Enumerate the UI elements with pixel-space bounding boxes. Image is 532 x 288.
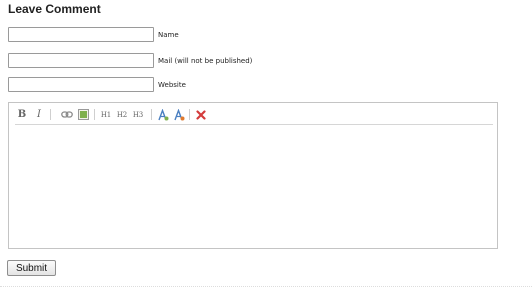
image-button[interactable] bbox=[77, 108, 89, 121]
italic-button[interactable]: I bbox=[34, 108, 44, 121]
font-color-icon bbox=[158, 108, 169, 120]
toolbar-divider bbox=[189, 109, 190, 120]
clear-format-icon bbox=[174, 108, 185, 120]
website-input[interactable] bbox=[8, 77, 154, 92]
comment-textarea[interactable] bbox=[10, 127, 496, 247]
mail-input[interactable] bbox=[8, 53, 154, 68]
h3-button[interactable]: H3 bbox=[131, 108, 145, 121]
h2-button[interactable]: H2 bbox=[115, 108, 129, 121]
mail-label: Mail (will not be published) bbox=[158, 56, 253, 65]
delete-button[interactable] bbox=[195, 108, 207, 121]
website-row: Website bbox=[8, 77, 186, 92]
link-icon bbox=[60, 111, 73, 118]
toolbar-divider bbox=[94, 109, 95, 120]
submit-button[interactable]: Submit bbox=[7, 260, 56, 276]
clear-format-button[interactable] bbox=[173, 108, 185, 121]
website-label: Website bbox=[158, 80, 186, 89]
name-label: Name bbox=[158, 30, 179, 39]
image-icon bbox=[77, 109, 89, 120]
comment-heading: Leave Comment bbox=[8, 2, 101, 16]
bold-button[interactable]: B bbox=[17, 108, 27, 121]
delete-icon bbox=[196, 109, 206, 120]
bottom-divider bbox=[0, 286, 532, 287]
toolbar-divider bbox=[50, 109, 51, 120]
editor-toolbar: B I H1 H2 H3 bbox=[15, 105, 493, 125]
mail-row: Mail (will not be published) bbox=[8, 53, 252, 68]
h1-button[interactable]: H1 bbox=[99, 108, 113, 121]
font-color-button[interactable] bbox=[157, 108, 169, 121]
comment-editor: B I H1 H2 H3 bbox=[8, 102, 498, 249]
toolbar-divider bbox=[151, 109, 152, 120]
name-row: Name bbox=[8, 27, 179, 42]
name-input[interactable] bbox=[8, 27, 154, 42]
link-button[interactable] bbox=[60, 108, 73, 121]
